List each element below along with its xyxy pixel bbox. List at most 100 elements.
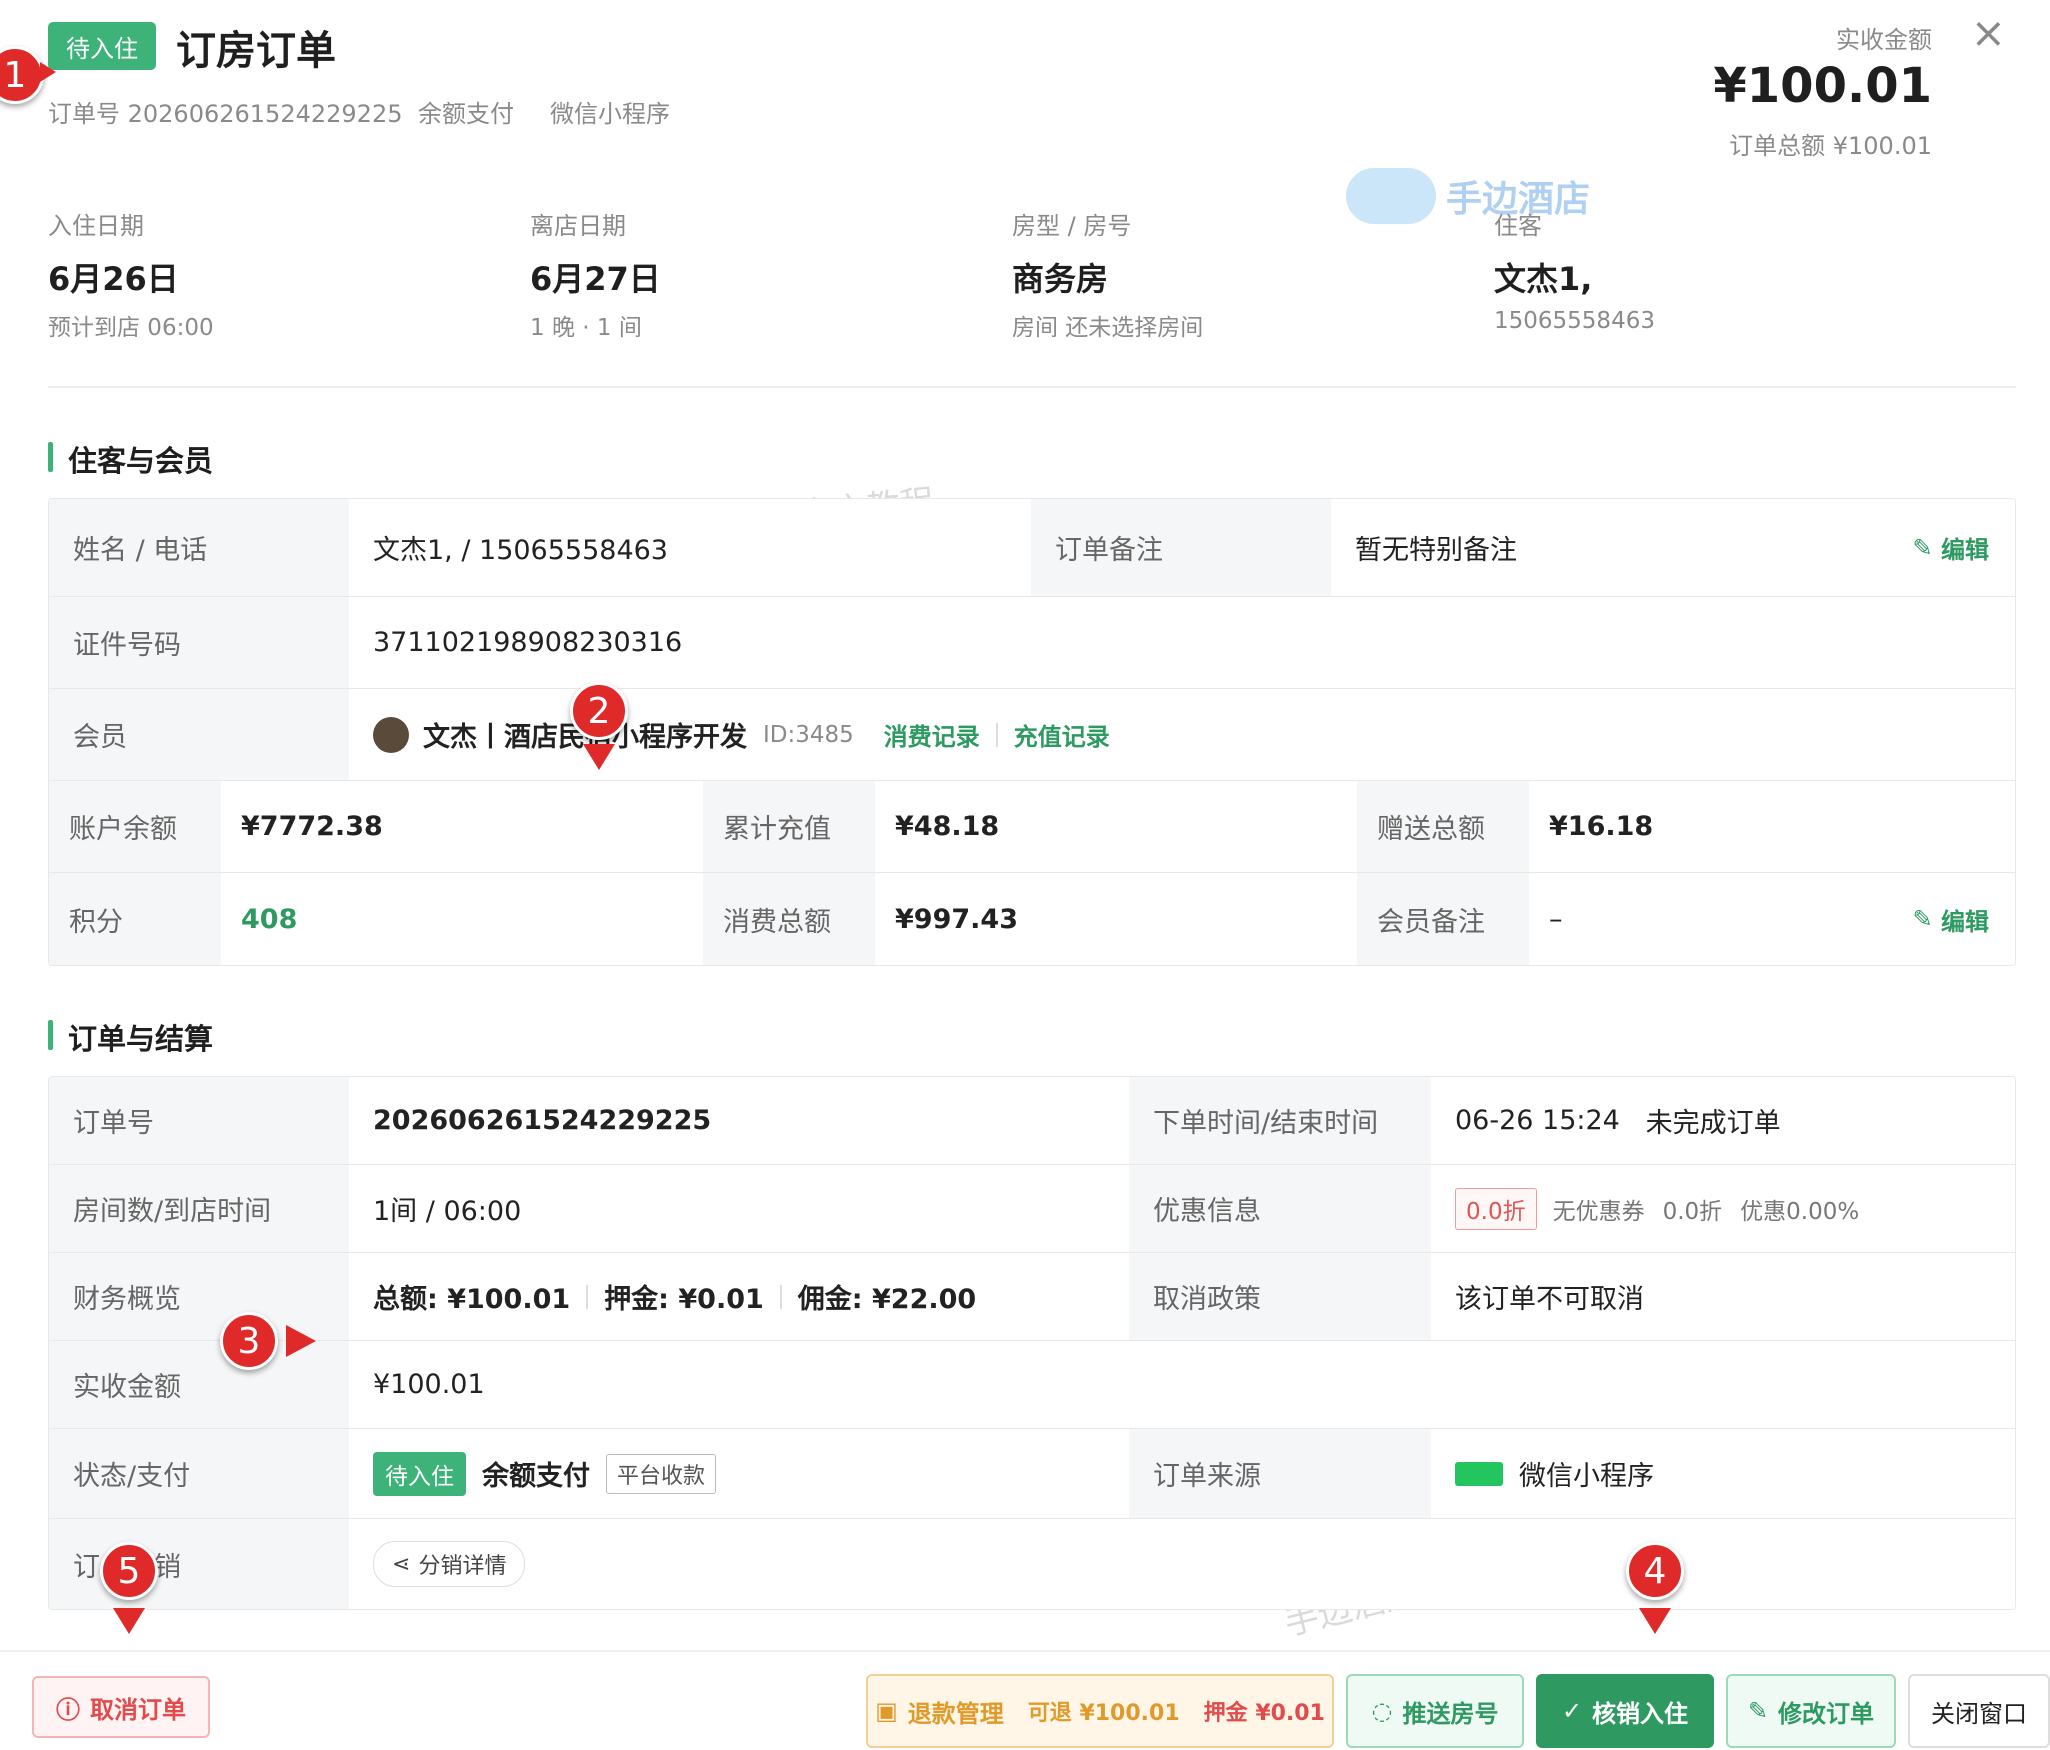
gift-label: 赠送总额 xyxy=(1357,781,1529,872)
section-title-guest: 住客与会员 xyxy=(48,438,213,480)
balance-label: 账户余额 xyxy=(49,781,221,872)
finance-commission: 佣金: ¥22.00 xyxy=(797,1284,977,1315)
source-text: 微信小程序 xyxy=(550,100,670,128)
chat-icon: ◌ xyxy=(1371,1697,1393,1725)
table-row: 会员 文杰丨酒店民宿小程序开发 ID:3485 消费记录 充值记录 xyxy=(49,689,2015,781)
status-pay-value: 待入住 余额支付 平台收款 xyxy=(349,1429,1129,1518)
discount-info: 0.0折 无优惠券 0.0折 优惠0.00% xyxy=(1431,1165,2015,1252)
stay-length: 1 晚 · 1 间 xyxy=(530,315,642,341)
member-label: 会员 xyxy=(49,689,349,780)
wechat-icon xyxy=(1455,1461,1503,1486)
divider xyxy=(586,1284,589,1309)
distribution-label: 订单分销 xyxy=(49,1519,349,1609)
total-recharge-value: ¥48.18 xyxy=(875,781,1357,872)
annotation-arrow-icon xyxy=(1639,1608,1671,1634)
consume-total-label: 消费总额 xyxy=(703,873,875,965)
watermark-logo: 手边酒店 xyxy=(1346,168,1590,224)
balance-value: ¥7772.38 xyxy=(221,781,703,872)
order-no-label: 订单号 xyxy=(49,1077,349,1164)
annotation-arrow-icon xyxy=(40,62,56,82)
discount-percent: 优惠0.00% xyxy=(1740,1198,1860,1225)
table-row: 姓名 / 电话 文杰1, / 15065558463 订单备注 暂无特别备注 ✎… xyxy=(49,499,2015,597)
annotation-arrow-icon xyxy=(113,1608,145,1634)
refund-deposit: 押金 ¥0.01 xyxy=(1203,1701,1325,1726)
finance-deposit: 押金: ¥0.01 xyxy=(604,1284,764,1315)
order-total-text: 订单总额 ¥100.01 xyxy=(1729,132,1932,160)
room-type: 商务房 xyxy=(1012,260,1109,298)
table-row: 订单分销 ⋖ 分销详情 xyxy=(49,1519,2015,1609)
finance-overview: 总额: ¥100.01 押金: ¥0.01 佣金: ¥22.00 xyxy=(349,1253,1129,1340)
alert-circle-icon: ⓘ xyxy=(56,1695,80,1724)
cancel-policy-label: 取消政策 xyxy=(1129,1253,1431,1340)
recharge-record-link[interactable]: 充值记录 xyxy=(1014,717,1110,752)
id-value: 371102198908230316 xyxy=(349,597,2015,688)
divider xyxy=(779,1284,782,1309)
rooms-value: 1间 / 06:00 xyxy=(349,1165,1129,1252)
annotation-marker: 4 xyxy=(1626,1542,1684,1600)
divider xyxy=(0,1650,2050,1652)
remark-label: 订单备注 xyxy=(1031,499,1331,596)
discount-tag: 0.0折 xyxy=(1455,1187,1537,1230)
checkin-button[interactable]: ✓ 核销入住 xyxy=(1536,1674,1714,1748)
name-phone-label: 姓名 / 电话 xyxy=(49,499,349,596)
divider xyxy=(48,386,2016,388)
order-status-text: 未完成订单 xyxy=(1645,1108,1781,1139)
close-window-button[interactable]: 关闭窗口 xyxy=(1908,1674,2050,1748)
table-row: 订单号 202606261524229225 下单时间/结束时间 06-26 1… xyxy=(49,1077,2015,1165)
share-icon: ⋖ xyxy=(392,1551,411,1577)
annotation-marker: 5 xyxy=(100,1542,158,1600)
refund-management-button[interactable]: ▣ 退款管理 可退 ¥100.01 押金 ¥0.01 xyxy=(866,1674,1334,1748)
refund-icon: ▣ xyxy=(875,1697,898,1725)
annotation-arrow-icon xyxy=(286,1325,316,1357)
pay-method: 余额支付 xyxy=(482,1461,590,1492)
edit-member-remark-button[interactable]: ✎ 编辑 xyxy=(1913,873,1989,965)
checkin-label: 入住日期 xyxy=(48,212,144,240)
edit-remark-button[interactable]: ✎ 编辑 xyxy=(1913,499,1989,596)
platform-tag: 平台收款 xyxy=(606,1453,717,1494)
checkout-label: 离店日期 xyxy=(530,212,626,240)
distribution-detail-button[interactable]: ⋖ 分销详情 xyxy=(373,1541,526,1587)
id-label: 证件号码 xyxy=(49,597,349,688)
room-number: 房间 还未选择房间 xyxy=(1012,315,1204,341)
time-label: 下单时间/结束时间 xyxy=(1129,1077,1431,1164)
check-icon: ✓ xyxy=(1561,1697,1583,1725)
order-settlement-table: 订单号 202606261524229225 下单时间/结束时间 06-26 1… xyxy=(48,1076,2016,1610)
table-row: 房间数/到店时间 1间 / 06:00 优惠信息 0.0折 无优惠券 0.0折 … xyxy=(49,1165,2015,1253)
close-icon[interactable]: × xyxy=(1971,12,2006,54)
source-value: 微信小程序 xyxy=(1431,1429,2015,1518)
pencil-icon: ✎ xyxy=(1747,1697,1769,1725)
section-title-order: 订单与结算 xyxy=(48,1016,213,1058)
pencil-icon: ✎ xyxy=(1912,905,1933,933)
member-remark-label: 会员备注 xyxy=(1357,873,1529,965)
checkin-arrival: 预计到店 06:00 xyxy=(48,315,214,341)
name-phone-value: 文杰1, / 15065558463 xyxy=(349,499,1031,596)
modify-order-button[interactable]: ✎ 修改订单 xyxy=(1726,1674,1896,1748)
order-no-value: 202606261524229225 xyxy=(349,1077,1129,1164)
push-room-button[interactable]: ◌ 推送房号 xyxy=(1346,1674,1524,1748)
time-value: 06-26 15:24 未完成订单 xyxy=(1431,1077,2015,1164)
gift-value: ¥16.18 xyxy=(1529,781,2015,872)
table-row: 积分 408 消费总额 ¥997.43 会员备注 – ✎ 编辑 xyxy=(49,873,2015,965)
checkin-date: 6月26日 xyxy=(48,260,179,298)
guest-name: 文杰1, xyxy=(1494,260,1593,298)
table-row: 财务概览 总额: ¥100.01 押金: ¥0.01 佣金: ¥22.00 取消… xyxy=(49,1253,2015,1341)
source-label: 订单来源 xyxy=(1129,1429,1431,1518)
member-id: ID:3485 xyxy=(763,721,854,748)
cancel-policy-value: 该订单不可取消 xyxy=(1431,1253,2015,1340)
distribution-value: ⋖ 分销详情 xyxy=(349,1519,2015,1609)
annotation-marker: 1 xyxy=(0,46,44,104)
table-row: 实收金额 ¥100.01 xyxy=(49,1341,2015,1429)
cancel-order-button[interactable]: ⓘ 取消订单 xyxy=(32,1676,210,1738)
table-row: 证件号码 371102198908230316 xyxy=(49,597,2015,689)
refund-available: 可退 ¥100.01 xyxy=(1027,1701,1180,1726)
rooms-label: 房间数/到店时间 xyxy=(49,1165,349,1252)
consume-record-link[interactable]: 消费记录 xyxy=(884,717,980,752)
status-pay-label: 状态/支付 xyxy=(49,1429,349,1518)
consume-total-value: ¥997.43 xyxy=(875,873,1357,965)
status-tag: 待入住 xyxy=(48,22,156,70)
points-value: 408 xyxy=(221,873,703,965)
annotation-arrow-icon xyxy=(583,744,615,770)
discount-label: 优惠信息 xyxy=(1129,1165,1431,1252)
points-label: 积分 xyxy=(49,873,221,965)
order-number-text: 订单号 202606261524229225 xyxy=(48,100,403,128)
